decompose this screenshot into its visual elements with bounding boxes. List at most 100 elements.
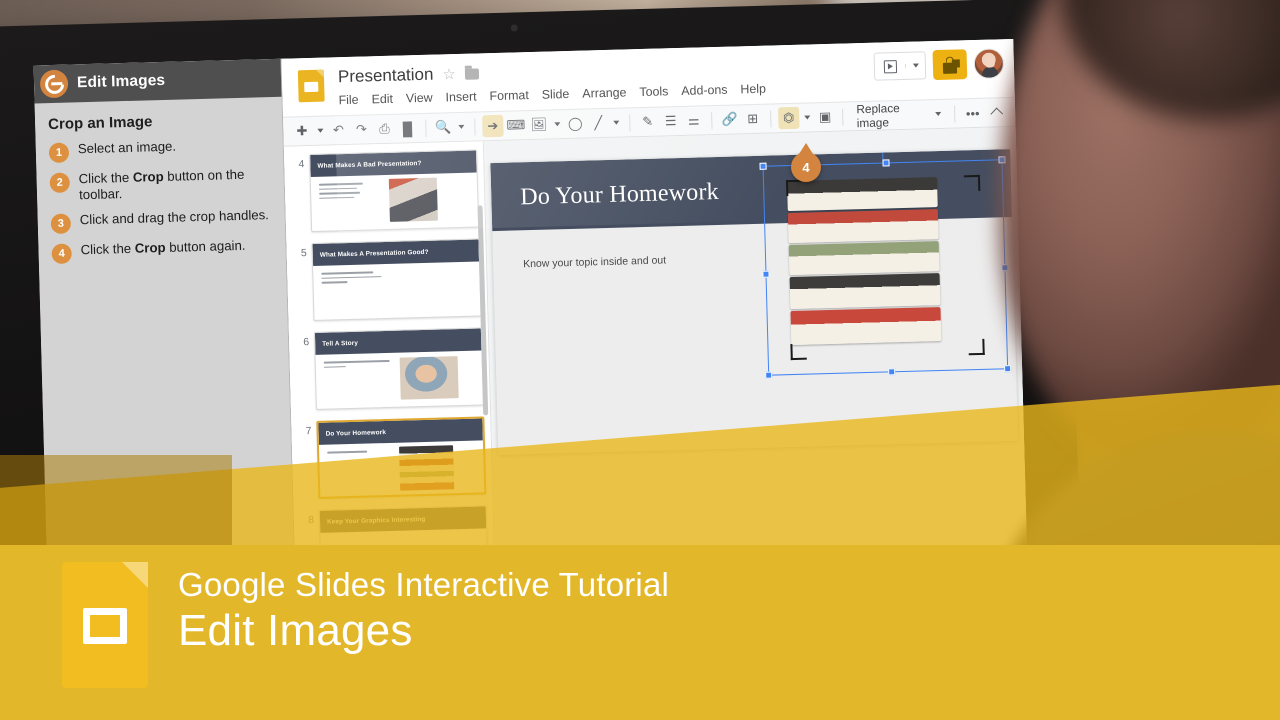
tutorial-body: Crop an Image 1 Select an image. 2 Click… xyxy=(35,97,286,264)
add-comment-button[interactable]: ⊞ xyxy=(742,108,764,131)
zoom-dropdown[interactable] xyxy=(456,116,468,138)
crop-handle-tr[interactable] xyxy=(964,175,980,191)
step-badge: 2 xyxy=(49,173,70,194)
mask-image-button[interactable]: ▣ xyxy=(814,106,836,129)
crop-button[interactable]: ⏣ xyxy=(778,107,800,130)
line-dropdown[interactable] xyxy=(611,112,623,134)
crop-handle-bl[interactable] xyxy=(790,344,806,360)
new-slide-button[interactable]: ✚ xyxy=(291,120,313,143)
textbox-button[interactable]: ⌨ xyxy=(505,114,527,137)
line-button[interactable]: ╱ xyxy=(588,112,610,135)
toolbar-divider xyxy=(842,108,843,125)
resize-handle-bl[interactable] xyxy=(765,372,772,379)
collapse-toolbar-button[interactable] xyxy=(985,101,1008,124)
menu-item-view[interactable]: View xyxy=(406,91,433,106)
rotate-handle[interactable] xyxy=(878,149,886,150)
image-button[interactable]: 🖼 xyxy=(528,114,550,137)
folder-icon[interactable] xyxy=(465,68,479,79)
slide-thumb-title: What Makes A Presentation Good? xyxy=(320,248,429,258)
resize-handle-br[interactable] xyxy=(1004,365,1011,372)
print-button[interactable]: ⎙ xyxy=(374,118,396,141)
select-tool-button[interactable]: ➔ xyxy=(482,115,504,138)
slide-thumb-title: What Makes A Bad Presentation? xyxy=(317,159,421,169)
list-item[interactable]: 6 Tell A Story xyxy=(289,327,490,421)
menu-item-slide[interactable]: Slide xyxy=(542,87,570,102)
thumb-text-lines xyxy=(324,360,390,371)
slide-thumbnail[interactable]: What Makes A Bad Presentation? xyxy=(309,149,479,232)
fill-color-button[interactable]: ✎ xyxy=(637,111,659,134)
paint-format-button[interactable]: █ xyxy=(397,117,419,140)
slides-doc-icon xyxy=(298,70,325,103)
menu-item-addons[interactable]: Add-ons xyxy=(681,83,728,98)
menu-bar: File Edit View Insert Format Slide Arran… xyxy=(338,82,766,108)
menu-item-insert[interactable]: Insert xyxy=(445,89,476,104)
screenshot-stage:  Edit Images Crop an Image 1 Select an … xyxy=(0,0,1280,720)
tutorial-header: Edit Images xyxy=(34,59,282,104)
menu-item-help[interactable]: Help xyxy=(740,82,766,97)
step-text: Click the Crop button again. xyxy=(80,237,245,257)
image-dropdown[interactable] xyxy=(551,113,563,135)
step-text: Select an image. xyxy=(78,139,177,157)
share-button[interactable] xyxy=(932,49,967,80)
menu-item-format[interactable]: Format xyxy=(489,88,529,103)
toolbar-divider xyxy=(954,105,955,122)
step-text: Click the Crop button on the toolbar. xyxy=(78,166,272,203)
toolbar-divider xyxy=(770,110,771,127)
toolbar-divider xyxy=(425,119,426,136)
slide-number: 5 xyxy=(290,243,306,259)
menu-item-file[interactable]: File xyxy=(338,93,358,108)
banner-line-1: Google Slides Interactive Tutorial xyxy=(178,566,669,604)
present-dropdown[interactable] xyxy=(905,63,925,68)
slide-thumb-title: Do Your Homework xyxy=(326,429,386,438)
resize-handle-b[interactable] xyxy=(888,368,895,375)
present-icon xyxy=(875,59,905,73)
toolbar-right xyxy=(985,101,1008,124)
new-slide-dropdown[interactable] xyxy=(314,120,326,142)
tutorial-steps-list: 1 Select an image. 2 Click the Crop butt… xyxy=(49,136,274,264)
list-item[interactable]: 5 What Makes A Presentation Good? xyxy=(286,238,487,332)
crop-dropdown[interactable] xyxy=(801,106,813,128)
thumb-image xyxy=(400,356,459,400)
slide-number: 7 xyxy=(295,421,311,437)
line-weight-button[interactable]: ☰ xyxy=(660,110,682,133)
toolbar-divider xyxy=(629,114,630,131)
list-item[interactable]: 4 What Makes A Bad Presentation? xyxy=(284,149,485,243)
zoom-button[interactable]: 🔍 xyxy=(433,116,455,139)
list-item: 4 Click the Crop button again. xyxy=(51,237,273,264)
thumb-text-lines xyxy=(327,451,367,457)
gmetrix-circle-logo-icon xyxy=(40,70,69,99)
resize-handle-tl[interactable] xyxy=(759,163,766,170)
replace-image-button[interactable]: Replace image xyxy=(850,100,947,131)
step-badge: 4 xyxy=(51,243,72,264)
image-selection-box[interactable] xyxy=(763,159,1009,375)
slide-canvas[interactable]: Do Your Homework Know your topic inside … xyxy=(490,149,1018,455)
tutorial-section-heading: Crop an Image xyxy=(48,110,270,133)
resize-handle-l[interactable] xyxy=(762,271,769,278)
undo-button[interactable]: ↶ xyxy=(328,119,350,142)
more-options-button[interactable]: ••• xyxy=(962,102,984,125)
redo-button[interactable]: ↷ xyxy=(351,118,373,141)
tutorial-title: Edit Images xyxy=(77,72,166,92)
thumb-text-lines xyxy=(321,271,381,286)
menu-item-arrange[interactable]: Arrange xyxy=(582,85,626,100)
slide-thumbnail[interactable]: What Makes A Presentation Good? xyxy=(311,238,481,321)
shape-button[interactable]: ◯ xyxy=(565,113,587,136)
resize-handle-t[interactable] xyxy=(882,159,889,166)
toolbar-divider xyxy=(711,112,712,129)
insert-link-button[interactable]: 🔗 xyxy=(719,108,741,131)
menu-item-tools[interactable]: Tools xyxy=(639,84,668,99)
slide-thumb-title: Tell A Story xyxy=(322,339,358,347)
avatar[interactable] xyxy=(973,48,1004,79)
star-icon[interactable]: ☆ xyxy=(442,65,456,83)
menu-item-edit[interactable]: Edit xyxy=(371,92,393,107)
present-button[interactable] xyxy=(874,51,927,80)
header-actions xyxy=(874,48,1005,82)
crop-handle-br[interactable] xyxy=(968,339,984,355)
line-dash-button[interactable]: ⚌ xyxy=(683,109,705,132)
chevron-down-icon xyxy=(935,112,941,116)
banner-text: Google Slides Interactive Tutorial Edit … xyxy=(178,566,669,655)
slide-thumbnail[interactable]: Tell A Story xyxy=(314,327,484,410)
crop-handle-tl[interactable] xyxy=(786,180,802,196)
page-title[interactable]: Presentation xyxy=(338,65,434,88)
title-row: Presentation ☆ xyxy=(338,63,479,87)
